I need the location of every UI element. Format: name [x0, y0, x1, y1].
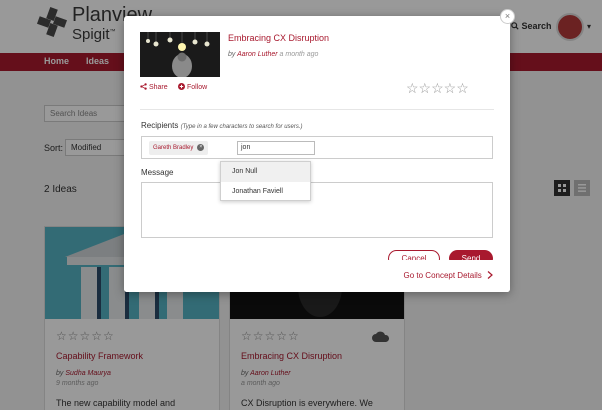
recipients-label: Recipients (Type in a few characters to …: [141, 121, 303, 130]
share-label: Share: [148, 84, 168, 91]
recipients-field[interactable]: Gareth Bradley × jon: [141, 136, 493, 159]
recipient-search-input[interactable]: jon: [237, 141, 315, 155]
recipient-suggestions: Jon Null Jonathan Faviell: [220, 161, 311, 201]
rating-stars[interactable]: ☆☆☆☆☆: [406, 80, 469, 97]
follow-button[interactable]: Follow: [178, 83, 207, 91]
modal-author[interactable]: Aaron Luther: [237, 51, 277, 58]
modal-author-line: by Aaron Luther a month ago: [228, 51, 318, 58]
concept-link-label: Go to Concept Details: [403, 271, 482, 280]
chevron-right-icon: [487, 271, 493, 279]
modal-footer: Go to Concept Details: [124, 260, 510, 292]
message-textarea[interactable]: [141, 182, 493, 238]
follow-label: Follow: [186, 84, 208, 91]
message-label: Message: [141, 168, 174, 177]
recipient-tag: Gareth Bradley ×: [149, 141, 209, 155]
modal-time: a month ago: [279, 51, 319, 58]
share-button[interactable]: Share: [140, 83, 168, 91]
go-to-concept-details-link[interactable]: Go to Concept Details: [404, 271, 494, 280]
recipient-tag-label: Gareth Bradley: [153, 145, 194, 151]
suggestion-item[interactable]: Jonathan Faviell: [221, 182, 310, 202]
share-modal: Embracing CX Disruption by Aaron Luther …: [124, 16, 510, 292]
divider: [140, 109, 494, 110]
modal-by-prefix: by: [228, 51, 236, 58]
idea-thumbnail: [140, 32, 220, 77]
modal-idea-title[interactable]: Embracing CX Disruption: [228, 33, 329, 43]
remove-recipient-icon[interactable]: ×: [197, 143, 205, 151]
suggestion-item[interactable]: Jon Null: [221, 162, 310, 182]
recipients-label-text: Recipients: [141, 121, 179, 130]
close-icon[interactable]: ×: [500, 9, 515, 24]
recipients-hint: (Type in a few characters to search for …: [180, 124, 303, 130]
share-icon: [140, 83, 147, 90]
follow-plus-icon: [178, 83, 185, 90]
